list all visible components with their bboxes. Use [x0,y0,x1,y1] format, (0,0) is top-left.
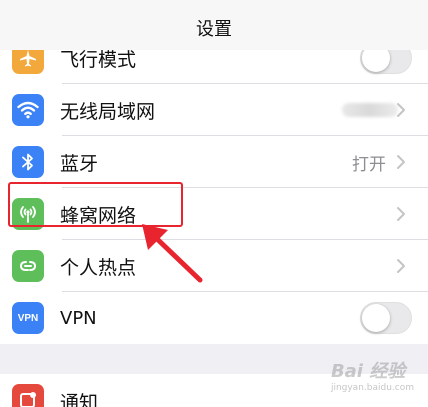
toggle-knob [362,304,390,332]
chevron-right-icon [397,207,405,221]
vpn-icon-text: VPN [17,312,39,324]
vpn-badge-icon: VPN [12,302,44,334]
watermark-text: Bai 经验 [330,361,406,382]
notifications-icon [12,384,44,407]
hotspot-link-icon [12,250,44,282]
cellular-antenna-icon [12,198,44,230]
settings-row-label: 无线局域网 [60,100,156,123]
settings-row-label: 个人热点 [60,256,137,279]
chevron-right-icon [397,259,405,273]
settings-row-cellular[interactable]: 蜂窝网络 [0,188,428,240]
wifi-icon [12,94,44,126]
page-title: 设置 [196,19,232,40]
wifi-network-name-blurred [342,103,398,117]
bluetooth-icon [12,146,44,178]
watermark: Bai 经验 jingyan.baidu.com [331,357,414,393]
settings-row-bluetooth[interactable]: 蓝牙 打开 [0,136,428,188]
settings-row-label: 蜂窝网络 [60,204,137,227]
settings-row-label: VPN [60,307,97,329]
settings-row-label: 通知 [60,392,99,407]
settings-row-wifi[interactable]: 无线局域网 [0,84,428,136]
chevron-right-icon [397,103,405,117]
settings-row-label: 蓝牙 [60,152,99,175]
settings-row-personal-hotspot[interactable]: 个人热点 [0,240,428,292]
settings-group-connectivity: 飞行模式 无线局域网 蓝牙 打开 蜂窝网络 个人热点 VPN VPN [0,32,428,344]
watermark-subtext: jingyan.baidu.com [330,383,414,393]
settings-row-vpn[interactable]: VPN VPN [0,292,428,344]
vpn-toggle[interactable] [360,302,412,334]
chevron-right-icon [397,155,405,169]
bluetooth-status-value: 打开 [352,154,386,175]
annotation-arrow-icon [142,224,203,283]
navigation-bar: 设置 [0,0,428,50]
